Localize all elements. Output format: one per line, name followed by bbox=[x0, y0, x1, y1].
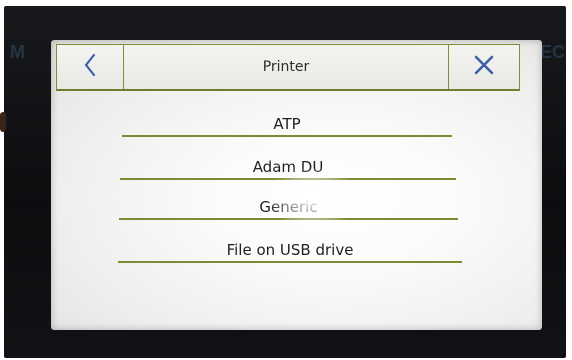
printer-option-usb-file[interactable]: File on USB drive bbox=[118, 234, 462, 263]
chevron-left-icon bbox=[83, 53, 97, 81]
header-bar: Printer bbox=[56, 44, 520, 91]
menu-item-label: File on USB drive bbox=[226, 241, 354, 259]
menu-item-divider bbox=[120, 178, 456, 180]
close-icon bbox=[473, 54, 495, 80]
bezel-edge-glyph-left: M bbox=[10, 42, 25, 62]
menu-item-divider bbox=[122, 135, 452, 137]
printer-option-atp[interactable]: ATP bbox=[122, 110, 452, 137]
menu-item-divider bbox=[118, 261, 462, 263]
close-button[interactable] bbox=[448, 45, 519, 89]
menu-item-label: Adam DU bbox=[252, 158, 324, 176]
printer-option-generic[interactable]: Generic bbox=[119, 192, 458, 220]
bezel-edge-glyph-right: EC bbox=[540, 42, 566, 62]
bezel-edge-mark bbox=[0, 112, 6, 132]
printer-option-adam-du[interactable]: Adam DU bbox=[120, 151, 456, 180]
back-button[interactable] bbox=[57, 45, 124, 89]
page-title: Printer bbox=[262, 59, 310, 75]
device-photo: M EC Printer ATP Adam DU Generic File on… bbox=[0, 0, 572, 360]
menu-item-label: Generic bbox=[259, 198, 318, 216]
menu-item-label: ATP bbox=[273, 115, 301, 133]
menu-item-divider bbox=[119, 218, 458, 220]
